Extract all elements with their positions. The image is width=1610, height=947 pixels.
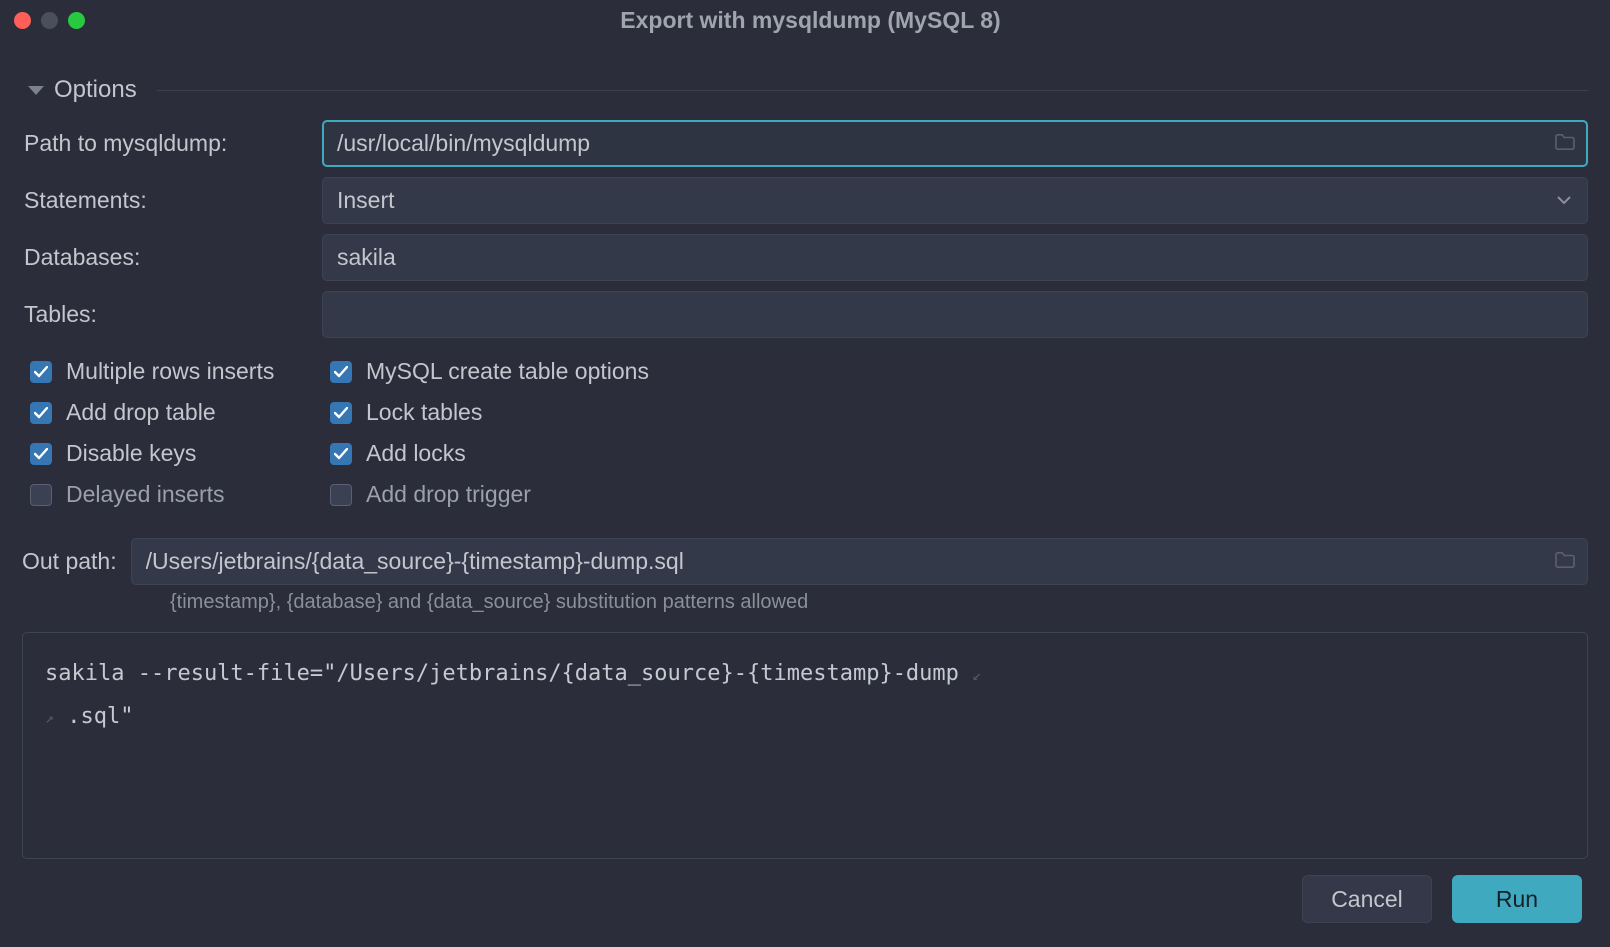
options-section-header[interactable]: Options xyxy=(28,76,1588,104)
checkbox-create-table[interactable]: MySQL create table options xyxy=(330,354,1588,389)
dialog-content: Options Path to mysqldump: Statements: I… xyxy=(0,40,1610,947)
checkmark-icon xyxy=(330,402,352,424)
checkbox-label: MySQL create table options xyxy=(366,358,649,385)
checkbox-multiple-rows[interactable]: Multiple rows inserts xyxy=(30,354,330,389)
cancel-button[interactable]: Cancel xyxy=(1302,875,1432,923)
line-wrap-icon: ↙ xyxy=(972,666,981,684)
statements-select[interactable]: Insert xyxy=(322,177,1588,224)
run-button[interactable]: Run xyxy=(1452,875,1582,923)
chevron-down-icon xyxy=(1557,196,1571,206)
command-line1: sakila --result-file="/Users/jetbrains/{… xyxy=(45,661,959,686)
window-controls xyxy=(14,12,85,29)
outpath-input[interactable] xyxy=(131,538,1588,585)
statements-value: Insert xyxy=(337,187,395,214)
checkbox-label: Add drop trigger xyxy=(366,481,531,508)
checkbox-label: Add drop table xyxy=(66,399,216,426)
disclosure-triangle-icon xyxy=(28,86,44,95)
checkmark-icon xyxy=(330,443,352,465)
command-preview[interactable]: sakila --result-file="/Users/jetbrains/{… xyxy=(22,632,1588,859)
line-wrap-icon: ↗ xyxy=(45,709,54,727)
checkbox-label: Disable keys xyxy=(66,440,196,467)
checkbox-disable-keys[interactable]: Disable keys xyxy=(30,436,330,471)
label-statements: Statements: xyxy=(22,187,322,214)
run-button-label: Run xyxy=(1496,886,1538,913)
cancel-button-label: Cancel xyxy=(1331,886,1403,913)
row-outpath: Out path: xyxy=(22,538,1588,585)
dialog-title: Export with mysqldump (MySQL 8) xyxy=(85,7,1536,34)
row-statements: Statements: Insert xyxy=(22,177,1588,224)
window-close-button[interactable] xyxy=(14,12,31,29)
command-line2: .sql" xyxy=(67,704,133,729)
label-databases: Databases: xyxy=(22,244,322,271)
dialog-window: Export with mysqldump (MySQL 8) Options … xyxy=(0,0,1610,947)
checkbox-label: Lock tables xyxy=(366,399,482,426)
checkmark-icon xyxy=(30,484,52,506)
label-path: Path to mysqldump: xyxy=(22,130,322,157)
checkbox-add-locks[interactable]: Add locks xyxy=(330,436,1588,471)
checkbox-label: Add locks xyxy=(366,440,466,467)
window-minimize-button[interactable] xyxy=(41,12,58,29)
checkbox-drop-table[interactable]: Add drop table xyxy=(30,395,330,430)
checkmark-icon xyxy=(30,443,52,465)
label-tables: Tables: xyxy=(22,301,322,328)
checkbox-lock-tables[interactable]: Lock tables xyxy=(330,395,1588,430)
window-maximize-button[interactable] xyxy=(68,12,85,29)
databases-input[interactable] xyxy=(322,234,1588,281)
section-divider xyxy=(157,90,1588,91)
row-path: Path to mysqldump: xyxy=(22,120,1588,167)
checkmark-icon xyxy=(30,361,52,383)
checkbox-delayed[interactable]: Delayed inserts xyxy=(30,477,330,512)
label-outpath: Out path: xyxy=(22,548,117,575)
checkbox-label: Delayed inserts xyxy=(66,481,225,508)
substitution-hint: {timestamp}, {database} and {data_source… xyxy=(170,591,1588,614)
tables-input[interactable] xyxy=(322,291,1588,338)
browse-folder-icon[interactable] xyxy=(1554,131,1576,157)
checkmark-icon xyxy=(330,484,352,506)
titlebar: Export with mysqldump (MySQL 8) xyxy=(0,0,1610,40)
row-tables: Tables: xyxy=(22,291,1588,338)
checkbox-drop-trigger[interactable]: Add drop trigger xyxy=(330,477,1588,512)
row-databases: Databases: xyxy=(22,234,1588,281)
checkbox-grid: Multiple rows inserts MySQL create table… xyxy=(30,354,1588,512)
dialog-footer: Cancel Run xyxy=(22,859,1588,925)
checkmark-icon xyxy=(330,361,352,383)
checkmark-icon xyxy=(30,402,52,424)
path-input[interactable] xyxy=(322,120,1588,167)
options-section-label: Options xyxy=(54,76,137,104)
browse-folder-icon[interactable] xyxy=(1554,549,1576,575)
checkbox-label: Multiple rows inserts xyxy=(66,358,274,385)
